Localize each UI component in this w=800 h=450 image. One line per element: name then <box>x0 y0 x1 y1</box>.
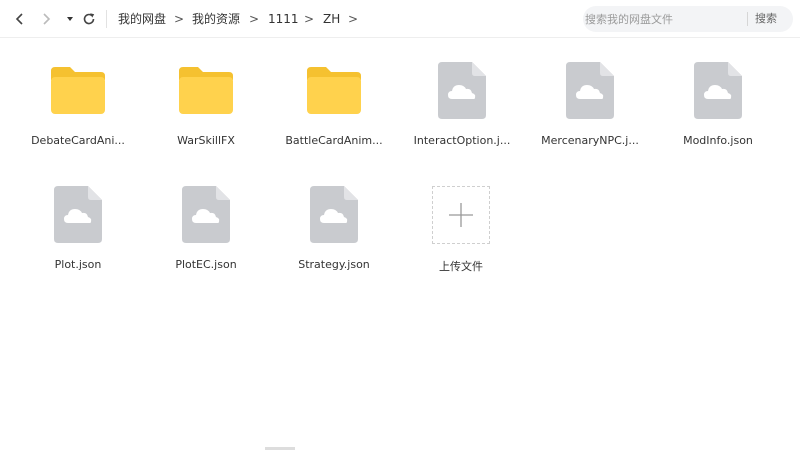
folder-icon <box>176 62 236 122</box>
toolbar: 我的网盘 > 我的资源 > 1111 > ZH > 搜索 <box>0 0 800 38</box>
breadcrumb-my-drive[interactable]: 我的网盘 <box>118 10 166 28</box>
folder-icon <box>48 62 108 122</box>
history-dropdown-button[interactable] <box>60 9 80 29</box>
caret-down-icon <box>67 17 73 21</box>
file-item[interactable]: InteractOption.j... <box>402 62 522 172</box>
folder-item[interactable]: WarSkillFX <box>146 62 266 172</box>
toolbar-divider <box>106 10 107 28</box>
file-item[interactable]: MercenaryNPC.j... <box>530 62 650 172</box>
file-name: InteractOption.j... <box>413 134 511 147</box>
breadcrumb-1111[interactable]: 1111 <box>268 10 299 28</box>
file-name: BattleCardAnim... <box>285 134 383 147</box>
breadcrumb-separator: > <box>304 12 315 26</box>
search-divider <box>747 12 748 26</box>
refresh-icon <box>83 13 95 25</box>
file-name: PlotEC.json <box>175 258 237 271</box>
breadcrumb-separator: > <box>249 12 260 26</box>
file-name: MercenaryNPC.j... <box>541 134 639 147</box>
forward-button[interactable] <box>36 9 56 29</box>
cloud-file-icon <box>48 186 108 246</box>
cloud-file-icon <box>432 62 492 122</box>
file-item[interactable]: Strategy.json <box>274 186 394 296</box>
file-name: ModInfo.json <box>683 134 753 147</box>
file-name: DebateCardAni... <box>31 134 125 147</box>
breadcrumb-my-resources[interactable]: 我的资源 <box>192 10 240 28</box>
search-box: 搜索 <box>583 6 793 32</box>
breadcrumb-zh[interactable]: ZH <box>323 10 340 28</box>
search-button[interactable]: 搜索 <box>755 6 777 32</box>
file-item[interactable]: PlotEC.json <box>146 186 266 296</box>
file-item[interactable]: Plot.json <box>18 186 138 296</box>
chevron-left-icon <box>15 13 23 25</box>
upload-label[interactable]: 上传文件 <box>401 258 521 274</box>
upload-button[interactable] <box>432 186 490 244</box>
plus-icon <box>449 203 473 227</box>
cloud-file-icon <box>560 62 620 122</box>
back-button[interactable] <box>10 9 30 29</box>
cloud-file-icon <box>176 186 236 246</box>
breadcrumb-separator: > <box>174 12 185 26</box>
file-name: WarSkillFX <box>177 134 235 147</box>
cloud-file-icon <box>304 186 364 246</box>
file-item[interactable]: ModInfo.json <box>658 62 778 172</box>
folder-icon <box>304 62 364 122</box>
folder-item[interactable]: DebateCardAni... <box>18 62 138 172</box>
search-input[interactable] <box>583 6 743 32</box>
chevron-right-icon <box>43 13 51 25</box>
file-name: Strategy.json <box>298 258 370 271</box>
breadcrumb-separator: > <box>348 12 359 26</box>
cloud-file-icon <box>688 62 748 122</box>
refresh-button[interactable] <box>79 9 99 29</box>
file-name: Plot.json <box>54 258 102 271</box>
folder-item[interactable]: BattleCardAnim... <box>274 62 394 172</box>
